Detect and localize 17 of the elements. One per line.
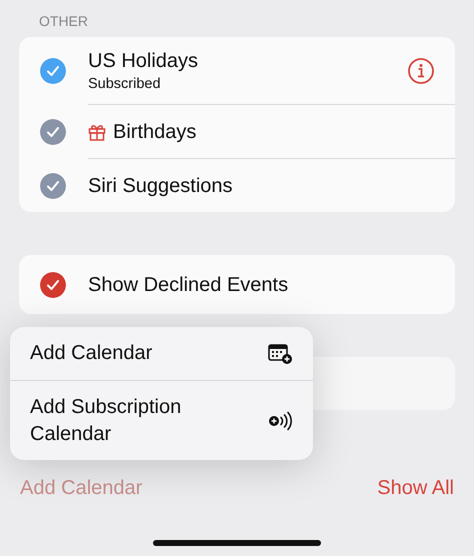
show-all-link[interactable]: Show All: [377, 476, 454, 500]
calendar-name: Birthdays: [113, 120, 196, 144]
section-header: OTHER: [38, 12, 89, 30]
calendar-add-icon: [268, 342, 293, 364]
info-icon[interactable]: [408, 58, 434, 84]
checkbox[interactable]: [40, 119, 66, 145]
gift-icon: [88, 122, 106, 140]
checkbox[interactable]: [40, 172, 66, 198]
calendar-status: Subscribed: [88, 74, 162, 92]
checkbox[interactable]: [40, 58, 66, 84]
calendar-name: US Holidays: [88, 48, 198, 72]
checkbox[interactable]: [40, 272, 66, 298]
menu-item[interactable]: Add Subscription Calendar: [10, 380, 313, 460]
menu-item[interactable]: Add Calendar: [10, 327, 313, 380]
calendar-name: Siri Suggestions: [88, 174, 233, 198]
broadcast-icon: [268, 410, 293, 432]
option-label: Show Declined Events: [88, 272, 288, 296]
